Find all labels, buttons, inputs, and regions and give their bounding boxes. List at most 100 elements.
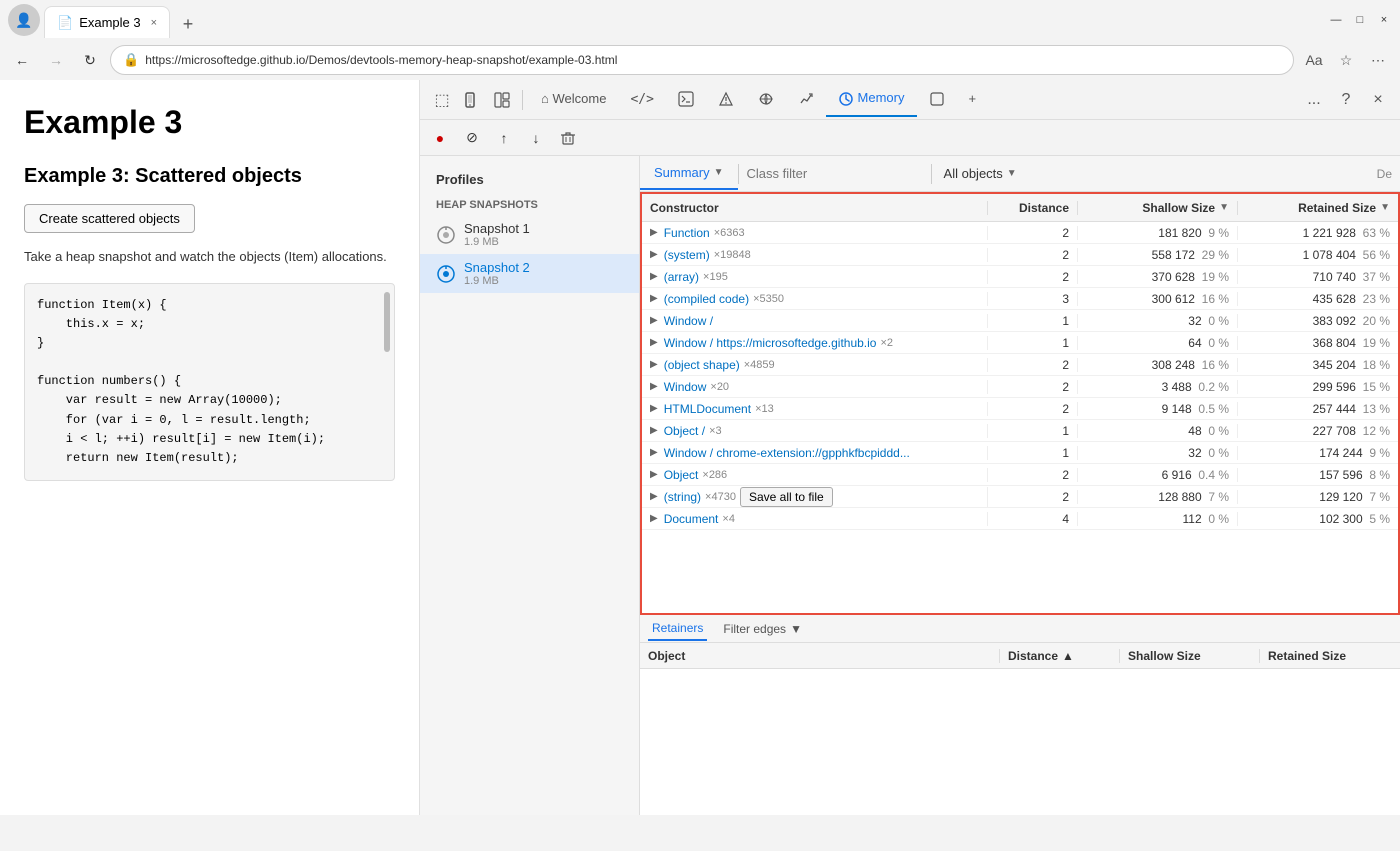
expand-icon-13[interactable]: ▶ — [650, 513, 658, 524]
devtools-more-actions: ... ? × — [1300, 86, 1392, 114]
tab-sources[interactable] — [706, 82, 746, 117]
record-heap-button[interactable]: ● — [428, 126, 452, 150]
table-row[interactable]: ▶ Document ×4 4 112 0 % 102 300 5 % — [642, 508, 1398, 530]
row-distance-12: 2 — [988, 490, 1078, 504]
favorites-button[interactable]: ☆ — [1332, 46, 1360, 74]
snapshot-icon — [436, 225, 456, 245]
row-constructor-3: ▶ (compiled code) ×5350 — [642, 292, 988, 306]
table-row[interactable]: ▶ Function ×6363 2 181 820 9 % 1 221 928… — [642, 222, 1398, 244]
retainers-tab[interactable]: Retainers — [648, 617, 707, 641]
more-tools-button[interactable]: ... — [1300, 86, 1328, 114]
table-row[interactable]: ▶ (object shape) ×4859 2 308 248 16 % 34… — [642, 354, 1398, 376]
table-row[interactable]: ▶ HTMLDocument ×13 2 9 148 0.5 % 257 444… — [642, 398, 1398, 420]
device-tool-button[interactable] — [458, 86, 486, 114]
snapshot-1-item[interactable]: Snapshot 1 1.9 MB — [420, 215, 639, 254]
heap-snapshots-header: HEAP SNAPSHOTS — [420, 195, 639, 215]
tab-performance[interactable] — [786, 82, 826, 117]
tab-application[interactable] — [917, 82, 957, 117]
retained-column-header[interactable]: Retained Size ▼ — [1238, 201, 1398, 215]
inspect-tool-button[interactable]: ⬚ — [428, 86, 456, 114]
ret-distance-col[interactable]: Distance ▲ — [1000, 649, 1120, 663]
table-row[interactable]: ▶ Window / https://microsoftedge.github.… — [642, 332, 1398, 354]
expand-icon-12[interactable]: ▶ — [650, 491, 658, 502]
tab-elements[interactable]: </> — [618, 83, 665, 117]
class-filter-input[interactable] — [739, 162, 931, 185]
url-bar[interactable]: 🔒 https://microsoftedge.github.io/Demos/… — [110, 45, 1294, 75]
expand-icon-1[interactable]: ▶ — [650, 249, 658, 260]
table-row[interactable]: ▶ (compiled code) ×5350 3 300 612 16 % 4… — [642, 288, 1398, 310]
download-profile-button[interactable]: ↓ — [524, 126, 548, 150]
url-text: https://microsoftedge.github.io/Demos/de… — [145, 53, 617, 67]
tab-close-button[interactable]: × — [151, 17, 157, 29]
save-all-to-file-button[interactable]: Save all to file — [740, 487, 833, 507]
expand-icon-0[interactable]: ▶ — [650, 227, 658, 238]
forward-button[interactable]: → — [42, 46, 70, 74]
row-retained-13: 102 300 5 % — [1238, 512, 1398, 526]
filter-edges-button[interactable]: Filter edges ▼ — [723, 622, 802, 636]
code-scrollbar[interactable] — [384, 292, 390, 352]
table-row[interactable]: ▶ Window / chrome-extension://gpphkfbcpi… — [642, 442, 1398, 464]
row-distance-2: 2 — [988, 270, 1078, 284]
tab-console[interactable] — [666, 82, 706, 117]
devtools-help-button[interactable]: ? — [1332, 86, 1360, 114]
row-constructor-11: ▶ Object ×286 — [642, 468, 988, 482]
row-retained-5: 368 804 19 % — [1238, 336, 1398, 350]
row-constructor-0: ▶ Function ×6363 — [642, 226, 988, 240]
shallow-column-header[interactable]: Shallow Size ▼ — [1078, 201, 1238, 215]
expand-icon-6[interactable]: ▶ — [650, 359, 658, 370]
tab-summary[interactable]: Summary ▼ — [640, 157, 738, 190]
summary-dropdown-arrow[interactable]: ▼ — [714, 167, 724, 178]
table-row[interactable]: ▶ (string) ×4730 Save all to file 2 128 … — [642, 486, 1398, 508]
expand-icon-10[interactable]: ▶ — [650, 447, 658, 458]
profile-avatar[interactable]: 👤 — [8, 4, 40, 36]
devtools-nav-tabs: ⌂ Welcome </> — [529, 82, 1298, 117]
upload-profile-button[interactable]: ↑ — [492, 126, 516, 150]
collect-garbage-button[interactable] — [556, 126, 580, 150]
close-button[interactable]: × — [1376, 12, 1392, 28]
maximize-button[interactable]: □ — [1352, 12, 1368, 28]
minimize-button[interactable]: — — [1328, 12, 1344, 28]
welcome-icon: ⌂ — [541, 91, 549, 106]
expand-icon-3[interactable]: ▶ — [650, 293, 658, 304]
more-button[interactable]: ⋯ — [1364, 46, 1392, 74]
ret-object-col: Object — [640, 649, 1000, 663]
expand-icon-4[interactable]: ▶ — [650, 315, 658, 326]
create-scattered-objects-button[interactable]: Create scattered objects — [24, 204, 195, 233]
clear-profiles-button[interactable]: ⊘ — [460, 126, 484, 150]
tab-welcome[interactable]: ⌂ Welcome — [529, 83, 618, 116]
all-objects-dropdown-arrow[interactable]: ▼ — [1007, 168, 1017, 179]
table-row[interactable]: ▶ Window ×20 2 3 488 0.2 % 299 596 15 % — [642, 376, 1398, 398]
snapshot-2-item[interactable]: Snapshot 2 1.9 MB — [420, 254, 639, 293]
table-row[interactable]: ▶ Object / ×3 1 48 0 % 227 708 12 % — [642, 420, 1398, 442]
tab-memory[interactable]: Memory — [826, 82, 917, 117]
expand-icon-9[interactable]: ▶ — [650, 425, 658, 436]
elements-icon: </> — [630, 92, 653, 107]
layout-tool-button[interactable] — [488, 86, 516, 114]
toolbar-separator — [522, 90, 523, 110]
tab-favicon: 📄 — [57, 15, 73, 31]
tab-add[interactable]: + — [957, 83, 989, 116]
expand-icon-2[interactable]: ▶ — [650, 271, 658, 282]
devtools-close-button[interactable]: × — [1364, 86, 1392, 114]
table-row[interactable]: ▶ (system) ×19848 2 558 172 29 % 1 078 4… — [642, 244, 1398, 266]
row-constructor-12: ▶ (string) ×4730 Save all to file — [642, 487, 988, 507]
new-tab-button[interactable]: + — [174, 10, 202, 38]
browser-tab-active[interactable]: 📄 Example 3 × — [44, 6, 170, 38]
row-constructor-6: ▶ (object shape) ×4859 — [642, 358, 988, 372]
table-row[interactable]: ▶ (array) ×195 2 370 628 19 % 710 740 37… — [642, 266, 1398, 288]
page-content: Example 3 Example 3: Scattered objects C… — [0, 80, 420, 815]
expand-icon-5[interactable]: ▶ — [650, 337, 658, 348]
expand-icon-7[interactable]: ▶ — [650, 381, 658, 392]
profiles-sidebar: Profiles HEAP SNAPSHOTS Snapshot 1 1.9 M… — [420, 156, 640, 815]
read-aloud-button[interactable]: Aa — [1300, 46, 1328, 74]
row-shallow-13: 112 0 % — [1078, 512, 1238, 526]
tab-network[interactable] — [746, 82, 786, 117]
expand-icon-11[interactable]: ▶ — [650, 469, 658, 480]
row-shallow-11: 6 916 0.4 % — [1078, 468, 1238, 482]
refresh-button[interactable]: ↻ — [76, 46, 104, 74]
table-row[interactable]: ▶ Window / 1 32 0 % 383 092 20 % — [642, 310, 1398, 332]
expand-icon-8[interactable]: ▶ — [650, 403, 658, 414]
row-shallow-0: 181 820 9 % — [1078, 226, 1238, 240]
table-row[interactable]: ▶ Object ×286 2 6 916 0.4 % 157 596 8 % — [642, 464, 1398, 486]
back-button[interactable]: ← — [8, 46, 36, 74]
